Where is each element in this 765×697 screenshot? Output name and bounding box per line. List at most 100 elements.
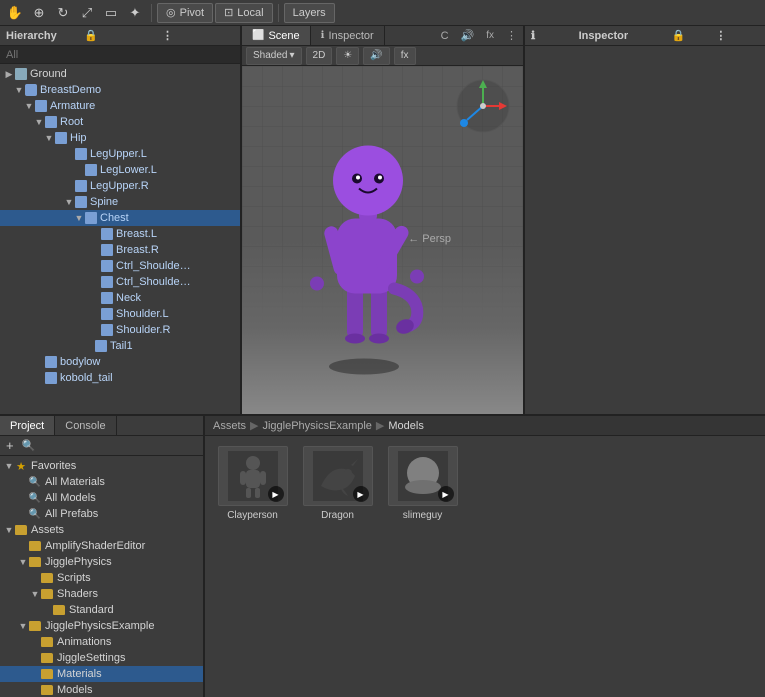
local-button[interactable]: ⊡ Local <box>215 3 273 23</box>
tree-label-leglower-l: LegLower.L <box>100 164 157 176</box>
rect-tool-icon[interactable]: ▭ <box>100 2 122 24</box>
ptree-scripts[interactable]: Scripts <box>0 570 203 586</box>
right-inspector-header: ℹ Inspector 🔒 ⋮ <box>525 26 765 46</box>
pivot-button[interactable]: ◎ Pivot <box>157 3 213 23</box>
ptree-all-models[interactable]: 🔍 All Models <box>0 490 203 506</box>
tree-label-shoulder-l: Shoulder.L <box>116 308 169 320</box>
ptree-all-models-label: All Models <box>45 492 96 504</box>
fx-icon[interactable]: fx <box>480 26 500 45</box>
hand-tool-icon[interactable]: ✋ <box>4 2 26 24</box>
ptree-assets[interactable]: ▼ Assets <box>0 522 203 538</box>
tree-icon-bodylow <box>44 355 58 369</box>
tree-item-armature[interactable]: ▼ Armature <box>0 98 240 114</box>
tab-inspector-center[interactable]: ℹ Inspector <box>311 26 385 45</box>
tree-item-ground[interactable]: ▶ Ground <box>0 66 240 82</box>
tab-scene[interactable]: ⬜ Scene <box>242 26 311 45</box>
right-inspector-lock-icon[interactable]: 🔒 <box>672 29 716 42</box>
transform-tool-icon[interactable]: ✦ <box>124 2 146 24</box>
hierarchy-title: Hierarchy <box>6 30 78 42</box>
tree-item-legupper-r[interactable]: LegUpper.R <box>0 178 240 194</box>
breadcrumb-assets[interactable]: Assets <box>213 420 246 432</box>
move-tool-icon[interactable]: ⊕ <box>28 2 50 24</box>
breadcrumb-jpe[interactable]: JigglePhysicsExample <box>262 420 371 432</box>
tree-item-kobold-tail[interactable]: kobold_tail <box>0 370 240 386</box>
right-inspector-more-icon[interactable]: ⋮ <box>715 29 759 42</box>
tree-item-leglower-l[interactable]: LegLower.L <box>0 162 240 178</box>
lighting-button[interactable]: ☀ <box>336 47 359 65</box>
asset-slimeguy-thumb[interactable]: ▶ <box>388 446 458 506</box>
tree-item-breast-r[interactable]: Breast.R <box>0 242 240 258</box>
ptree-jpe-label: JigglePhysicsExample <box>45 620 154 632</box>
ptree-all-materials[interactable]: 🔍 All Materials <box>0 474 203 490</box>
more-center-icon[interactable]: ⋮ <box>500 26 523 45</box>
ptree-jigglephysicsexample[interactable]: ▼ JigglePhysicsExample <box>0 618 203 634</box>
slimeguy-play-button[interactable]: ▶ <box>438 486 454 502</box>
asset-dragon[interactable]: ▶ Dragon <box>300 446 375 521</box>
toolbar-separator-1 <box>151 4 152 22</box>
ptree-jigglesettings[interactable]: JiggleSettings <box>0 650 203 666</box>
scene-grid: ← Persp <box>242 66 523 414</box>
dragon-play-button[interactable]: ▶ <box>353 486 369 502</box>
assets-panel: Assets ▶ JigglePhysicsExample ▶ Models <box>205 416 765 697</box>
tree-icon-legupper-r <box>74 179 88 193</box>
tree-item-shoulder-r[interactable]: Shoulder.R <box>0 322 240 338</box>
standard-folder-icon <box>52 604 66 616</box>
tree-label-tail1: Tail1 <box>110 340 133 352</box>
tab-project[interactable]: Project <box>0 416 55 435</box>
tree-label-chest: Chest <box>100 212 129 224</box>
tree-icon-breast-l <box>100 227 114 241</box>
project-add-button[interactable]: + <box>4 438 16 453</box>
tree-item-legupper-l[interactable]: LegUpper.L <box>0 146 240 162</box>
tree-item-hip[interactable]: ▼ Hip <box>0 130 240 146</box>
tree-item-spine[interactable]: ▼ Spine <box>0 194 240 210</box>
hierarchy-search-input[interactable] <box>0 46 240 64</box>
asset-clayperson[interactable]: ▶ Clayperson <box>215 446 290 521</box>
c-icon[interactable]: C <box>435 26 455 45</box>
project-search-button[interactable]: 🔍 <box>20 439 38 452</box>
main-toolbar: ✋ ⊕ ↻ ⤢ ▭ ✦ ◎ Pivot ⊡ Local Layers <box>0 0 765 26</box>
tree-item-breastdemo[interactable]: ▼ BreastDemo <box>0 82 240 98</box>
tree-label-hip: Hip <box>70 132 87 144</box>
tree-item-tail1[interactable]: Tail1 <box>0 338 240 354</box>
asset-slimeguy[interactable]: ▶ slimeguy <box>385 446 460 521</box>
tab-console[interactable]: Console <box>55 416 116 435</box>
audio-scene-button[interactable]: 🔊 <box>363 47 389 65</box>
ptree-favorites[interactable]: ▼ ★ Favorites <box>0 458 203 474</box>
asset-clayperson-thumb[interactable]: ▶ <box>218 446 288 506</box>
tree-icon-tail1 <box>94 339 108 353</box>
ptree-models[interactable]: Models <box>0 682 203 697</box>
hierarchy-lock-icon[interactable]: 🔒 <box>84 29 156 42</box>
tree-item-root[interactable]: ▼ Root <box>0 114 240 130</box>
audio-icon[interactable]: 🔊 <box>455 26 481 45</box>
shading-label: Shaded <box>253 50 287 61</box>
rotate-tool-icon[interactable]: ↻ <box>52 2 74 24</box>
shading-dropdown[interactable]: Shaded ▾ <box>246 47 302 65</box>
tree-item-ctrl-shoulder2[interactable]: Ctrl_Shoulde… <box>0 274 240 290</box>
ptree-jigglephysics[interactable]: ▼ JigglePhysics <box>0 554 203 570</box>
scene-viewport[interactable]: ← Persp <box>242 66 523 414</box>
scene-toolbar: Shaded ▾ 2D ☀ 🔊 fx <box>242 46 523 66</box>
scene-gizmo[interactable] <box>453 76 513 136</box>
tree-item-shoulder-l[interactable]: Shoulder.L <box>0 306 240 322</box>
tree-item-ctrl-shoulder1[interactable]: Ctrl_Shoulde… <box>0 258 240 274</box>
tree-label-ground: Ground <box>30 68 67 80</box>
tree-icon-kobold-tail <box>44 371 58 385</box>
clayperson-play-button[interactable]: ▶ <box>268 486 284 502</box>
ptree-all-prefabs[interactable]: 🔍 All Prefabs <box>0 506 203 522</box>
ptree-materials-label: Materials <box>57 668 102 680</box>
scale-tool-icon[interactable]: ⤢ <box>76 2 98 24</box>
ptree-shaders[interactable]: ▼ Shaders <box>0 586 203 602</box>
2d-button[interactable]: 2D <box>306 47 333 65</box>
fx-scene-button[interactable]: fx <box>394 47 416 65</box>
hierarchy-more-icon[interactable]: ⋮ <box>162 29 234 42</box>
layers-button[interactable]: Layers <box>284 3 335 23</box>
tree-item-bodylow[interactable]: bodylow <box>0 354 240 370</box>
tree-item-chest[interactable]: ▼ Chest <box>0 210 240 226</box>
ptree-amplify[interactable]: AmplifyShaderEditor <box>0 538 203 554</box>
ptree-animations[interactable]: Animations <box>0 634 203 650</box>
ptree-standard[interactable]: Standard <box>0 602 203 618</box>
asset-dragon-thumb[interactable]: ▶ <box>303 446 373 506</box>
tree-item-breast-l[interactable]: Breast.L <box>0 226 240 242</box>
ptree-materials[interactable]: Materials <box>0 666 203 682</box>
tree-item-neck[interactable]: Neck <box>0 290 240 306</box>
